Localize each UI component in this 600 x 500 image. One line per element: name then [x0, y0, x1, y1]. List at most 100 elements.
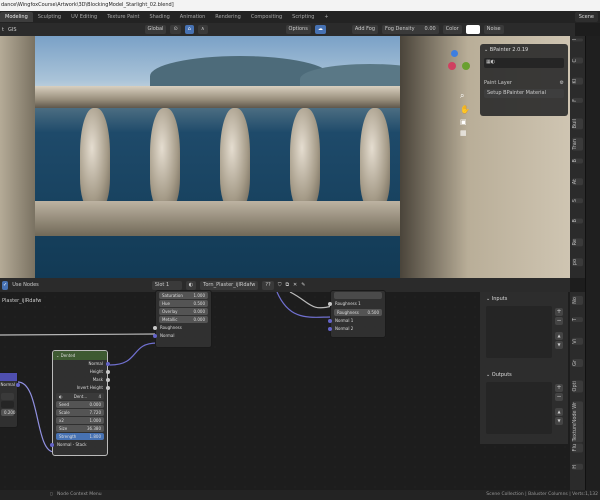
sidebar-tab[interactable]: No [572, 296, 583, 305]
tab-scripting[interactable]: Scripting [287, 12, 319, 22]
socket[interactable] [106, 378, 110, 382]
value-field[interactable]: 0.200 [1, 409, 15, 416]
tab-compositing[interactable]: Compositing [246, 12, 287, 22]
sidebar-tab[interactable]: S [572, 198, 583, 204]
orientation-dropdown[interactable]: Global [144, 25, 167, 34]
mix-normal-node[interactable]: Roughness 1 Roughness 0.500 Normal 1 Norm… [328, 290, 386, 338]
socket[interactable] [106, 370, 110, 374]
pin-icon[interactable]: ✎ [301, 282, 305, 288]
output-normal[interactable]: Normal [53, 360, 110, 368]
socket[interactable] [106, 386, 110, 390]
socket[interactable] [153, 334, 157, 338]
tab-uv-editing[interactable]: UV Editing [66, 12, 102, 22]
sidebar-tab[interactable]: Tran [572, 138, 583, 151]
tab-animation[interactable]: Animation [175, 12, 211, 22]
sidebar-tab[interactable]: Buil [572, 118, 583, 130]
tab-sculpting[interactable]: Sculpting [33, 12, 66, 22]
sidebar-tab[interactable]: po [572, 258, 583, 267]
size-field[interactable]: Size 36.380 [56, 425, 104, 432]
color-swatch[interactable] [465, 25, 480, 34]
sidebar-tab[interactable]: Vi [572, 338, 583, 345]
hidden-field[interactable] [334, 292, 382, 299]
snap-icon[interactable]: ⌂ [184, 25, 194, 34]
gis-menu[interactable]: GIS [8, 27, 17, 33]
tab-texture-paint[interactable]: Texture Paint [102, 12, 144, 22]
normal1-socket[interactable]: Normal 1 [328, 317, 385, 325]
outputs-list[interactable] [486, 382, 552, 434]
tab-rendering[interactable]: Rendering [210, 12, 246, 22]
sidebar-tab[interactable]: Opti [572, 380, 583, 393]
normal2-socket[interactable]: Normal 2 [328, 325, 385, 333]
overlay-field[interactable]: Overlay 0.000 [159, 308, 208, 315]
sidebar-tab[interactable]: T [572, 317, 583, 323]
scene-selector[interactable]: Scene [574, 12, 598, 22]
unlink-icon[interactable]: ✕ [293, 282, 297, 288]
noise-button[interactable]: Noise [483, 25, 504, 34]
grid-icon[interactable]: ▦ [460, 129, 467, 137]
node-group-selector[interactable]: ◐ Dent... 4 [56, 393, 104, 400]
add-input-button[interactable]: + [555, 308, 563, 316]
gizmo-x-icon[interactable] [448, 62, 456, 70]
gizmo-y-icon[interactable] [462, 62, 470, 70]
material-name-field[interactable]: Torn_Plaster_ijlRdafw [200, 280, 259, 290]
users-count[interactable]: ?? [262, 280, 274, 290]
paint-layer-row[interactable]: Paint Layer ⚙ [484, 80, 564, 86]
tab-modeling[interactable]: Modeling [0, 12, 33, 22]
mix-node[interactable]: Saturation 1.000 Hue 0.500 Overlay 0.000 Me… [153, 290, 212, 348]
socket[interactable] [328, 302, 332, 306]
socket[interactable] [106, 362, 110, 366]
sidebar-tab[interactable]: Gr [572, 359, 583, 367]
gizmo-z-icon[interactable] [451, 50, 458, 57]
fog-density-field[interactable]: Fog Density 0.00 [382, 25, 439, 34]
hue-field[interactable]: Hue 0.500 [159, 300, 208, 307]
text-field[interactable] [1, 401, 14, 408]
sidebar-tab[interactable]: Flu [572, 443, 583, 453]
sidebar-tab[interactable]: Kl [572, 78, 583, 85]
output-height[interactable]: Height [53, 368, 110, 376]
add-output-button[interactable]: + [555, 384, 563, 392]
seed-field[interactable]: Seed 0.000 [56, 401, 104, 408]
sidebar-tab[interactable]: At [572, 178, 583, 186]
inputs-header[interactable]: ⌄ Inputs [486, 296, 507, 302]
socket[interactable] [328, 319, 332, 323]
sidebar-tab[interactable]: Node Wr [572, 401, 583, 425]
setup-bpainter-button[interactable]: Setup BPainter Material [484, 89, 564, 98]
roughness1-socket[interactable]: Roughness 1 [328, 300, 385, 308]
normal-socket[interactable]: Normal [153, 332, 211, 340]
gear-icon[interactable]: ⚙ [560, 80, 564, 86]
fog-toggle-icon[interactable]: ☁ [314, 25, 326, 34]
roughness-field[interactable]: Roughness 0.500 [334, 309, 382, 316]
saturation-field[interactable]: Saturation 1.000 [159, 292, 208, 299]
sidebar-tab[interactable]: H [572, 464, 583, 470]
outputs-header[interactable]: ⌄ Outputs [486, 372, 512, 378]
bpainter-icons[interactable]: ▦◐ [484, 58, 564, 68]
output-invert-height[interactable]: Invert Height [53, 384, 110, 392]
camera-icon[interactable]: ▣ [460, 118, 467, 126]
socket[interactable] [328, 327, 332, 331]
material-icon[interactable]: ◐ [185, 280, 197, 290]
move-up-button[interactable]: ▲ [555, 332, 563, 340]
sidebar-tab[interactable]: B [572, 218, 583, 224]
duplicate-icon[interactable]: ⧉ [285, 282, 289, 288]
move-up-button[interactable]: ▲ [555, 408, 563, 416]
sidebar-tab[interactable]: B [572, 158, 583, 164]
options-dropdown[interactable]: Options [285, 25, 311, 34]
sidebar-tab[interactable]: Texture [572, 422, 583, 443]
metallic-field[interactable]: Metallic 0.000 [159, 316, 208, 323]
move-down-button[interactable]: ▼ [555, 417, 563, 425]
add-workspace-button[interactable]: + [319, 12, 333, 22]
output-normal[interactable]: Normal [0, 381, 20, 389]
proportional-icon[interactable]: ∧ [197, 25, 208, 34]
sidebar-tab[interactable]: C [572, 58, 583, 64]
dented-node[interactable]: ⌄ Dented Normal Height Mask Invert Heigh… [50, 350, 110, 456]
socket[interactable] [153, 326, 157, 330]
menu-item[interactable]: t [2, 27, 4, 33]
remove-output-button[interactable]: − [555, 393, 563, 401]
inputs-list[interactable] [486, 306, 552, 358]
sidebar-tab[interactable]: I [572, 38, 583, 42]
sidebar-tab[interactable]: Re [572, 238, 583, 247]
dented-node-header[interactable]: ⌄ Dented [53, 351, 107, 360]
socket[interactable] [16, 383, 20, 387]
roughness-socket[interactable]: Roughness [153, 324, 211, 332]
fake-user-icon[interactable]: ⛉ [278, 282, 282, 288]
